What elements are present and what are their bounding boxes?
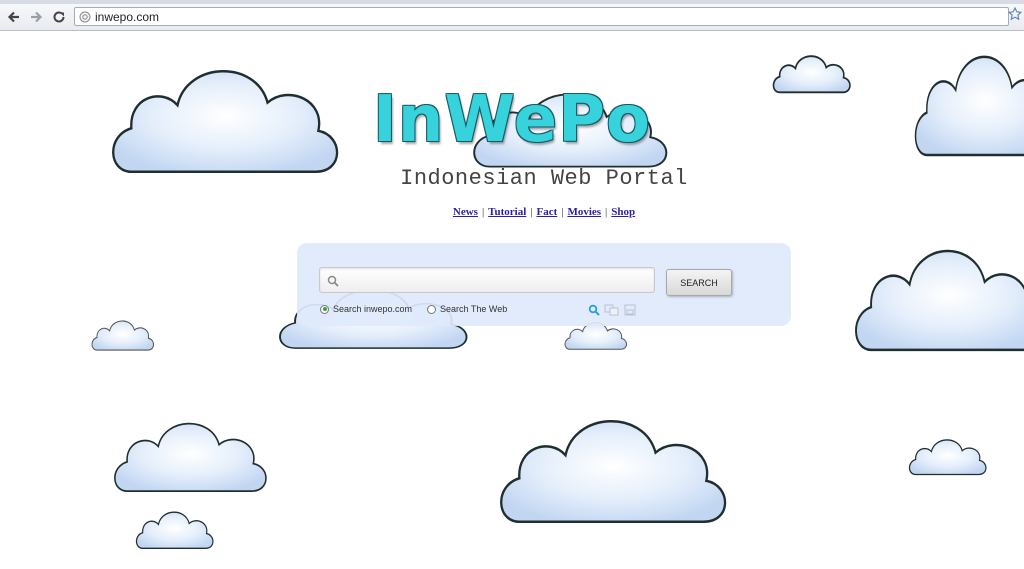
search-panel: SEARCH Search inwepo.com Search The Web bbox=[297, 243, 791, 326]
search-option-web[interactable]: Search The Web bbox=[427, 304, 507, 314]
nav-separator: | bbox=[481, 206, 485, 218]
nav-link-movies[interactable]: Movies bbox=[567, 206, 601, 218]
top-nav: News | Tutorial | Fact | Movies | Shop bbox=[0, 206, 1024, 218]
reload-icon[interactable] bbox=[49, 7, 69, 27]
site-tagline: Indonesian Web Portal bbox=[400, 166, 688, 191]
cloud-decoration bbox=[135, 511, 214, 550]
back-arrow-icon[interactable] bbox=[4, 7, 24, 27]
radio-selected[interactable] bbox=[320, 304, 329, 314]
search-option-site[interactable]: Search inwepo.com bbox=[320, 304, 412, 314]
cloud-decoration bbox=[114, 422, 267, 492]
search-option-label: Search inwepo.com bbox=[333, 304, 413, 314]
nav-link-news[interactable]: News bbox=[453, 206, 478, 218]
radio-unselected[interactable] bbox=[427, 304, 436, 314]
copy-icon[interactable] bbox=[604, 303, 620, 321]
search-button[interactable]: SEARCH bbox=[666, 269, 732, 296]
search-icon bbox=[327, 274, 339, 292]
globe-icon bbox=[79, 10, 91, 28]
nav-separator: | bbox=[561, 206, 564, 218]
search-input[interactable] bbox=[344, 271, 648, 291]
cloud-decoration bbox=[908, 439, 987, 476]
save-icon[interactable] bbox=[624, 303, 636, 321]
nav-link-tutorial[interactable]: Tutorial bbox=[488, 206, 526, 218]
nav-link-shop[interactable]: Shop bbox=[611, 206, 635, 218]
nav-separator: | bbox=[530, 206, 533, 218]
cloud-decoration bbox=[854, 249, 1024, 352]
search-option-label: Search The Web bbox=[440, 304, 508, 314]
search-box[interactable] bbox=[319, 267, 655, 293]
nav-link-fact[interactable]: Fact bbox=[536, 206, 557, 218]
address-bar[interactable]: inwepo.com bbox=[74, 7, 1009, 26]
browser-toolbar: inwepo.com bbox=[0, 4, 1024, 31]
cloud-decoration bbox=[91, 320, 155, 351]
nav-separator: | bbox=[605, 206, 608, 218]
forward-arrow-icon[interactable] bbox=[26, 7, 46, 27]
search-tools bbox=[588, 303, 636, 321]
magnifier-icon[interactable] bbox=[588, 303, 600, 321]
site-logo[interactable]: InWePo bbox=[0, 82, 1024, 158]
url-text: inwepo.com bbox=[95, 10, 160, 24]
cloud-decoration bbox=[499, 419, 727, 524]
star-icon[interactable] bbox=[1007, 6, 1023, 26]
